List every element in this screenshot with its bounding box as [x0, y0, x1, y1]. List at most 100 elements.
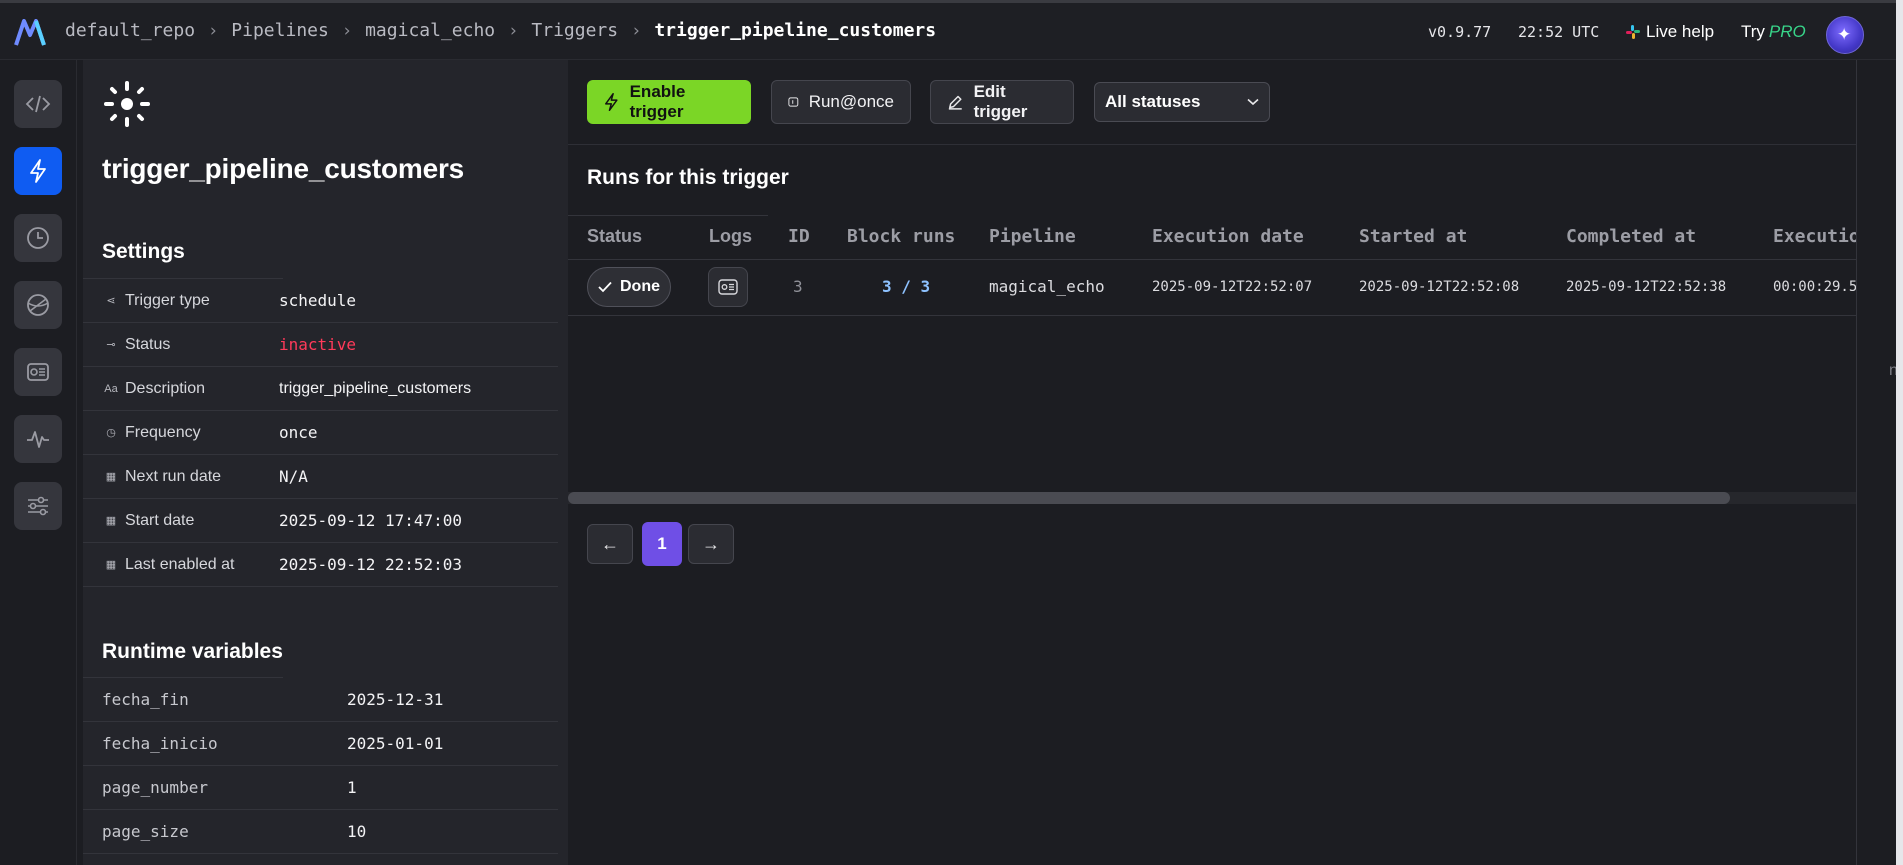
var-key: fecha_inicio: [102, 734, 218, 753]
arrow-right-icon: →: [702, 533, 720, 554]
edit-trigger-button[interactable]: Edit trigger: [930, 80, 1074, 124]
slack-icon: [1626, 25, 1640, 39]
runs-section-title: Runs for this trigger: [587, 166, 789, 189]
setting-label: Frequency: [125, 423, 201, 441]
status-value: inactive: [279, 335, 357, 354]
page-1-button[interactable]: 1: [642, 522, 682, 566]
planet-icon: [27, 294, 49, 316]
setting-label: Trigger type: [125, 291, 210, 309]
setting-value: trigger_pipeline_customers: [279, 379, 472, 397]
var-value: 1: [347, 778, 357, 797]
breadcrumb-triggers[interactable]: Triggers: [531, 20, 618, 41]
nav-runs-button[interactable]: [14, 214, 62, 262]
nav-monitor-button[interactable]: [14, 415, 62, 463]
mage-logo-icon[interactable]: [14, 19, 46, 47]
run-execution-date: 2025-09-12T22:52:07: [1152, 279, 1313, 295]
version-label: v0.9.77: [1428, 23, 1492, 41]
setting-value: 2025-09-12 17:47:00: [279, 511, 463, 530]
var-value: 10: [347, 822, 367, 841]
setting-label: Last enabled at: [125, 555, 235, 573]
column-header-status[interactable]: Status: [587, 226, 642, 247]
column-header-pipeline[interactable]: Pipeline: [989, 226, 1076, 247]
calendar-icon: ▦: [105, 515, 117, 527]
next-page-button[interactable]: →: [688, 524, 734, 564]
nav-logs-button[interactable]: [14, 348, 62, 396]
settings-heading: Settings: [102, 240, 185, 263]
nav-settings-button[interactable]: [14, 482, 62, 530]
setting-value: N/A: [279, 467, 308, 486]
runtime-var-row: page_number 1: [83, 766, 558, 810]
column-header-block-runs[interactable]: Block runs: [847, 226, 955, 247]
breadcrumb-separator: ›: [508, 20, 519, 41]
runtime-var-row: fecha_inicio 2025-01-01: [83, 722, 558, 766]
run-status-badge[interactable]: Done: [587, 267, 671, 307]
column-header-execution-time[interactable]: Executio: [1773, 226, 1860, 247]
var-key: fecha_fin: [102, 690, 189, 709]
nav-triggers-button[interactable]: [14, 147, 62, 195]
run-execution-time: 00:00:29.5: [1773, 279, 1858, 295]
column-header-completed-at[interactable]: Completed at: [1566, 226, 1696, 247]
setting-label: Description: [125, 379, 206, 397]
logs-icon: [27, 363, 49, 381]
window-edge: [1896, 0, 1903, 865]
calendar-icon: ▦: [105, 471, 117, 483]
breadcrumb-repo[interactable]: default_repo: [65, 20, 195, 41]
setting-value: 2025-09-12 22:52:03: [279, 555, 463, 574]
breadcrumb-pipeline[interactable]: magical_echo: [365, 20, 495, 41]
run-id: 3: [793, 277, 803, 296]
column-header-started-at[interactable]: Started at: [1359, 226, 1467, 247]
share-icon: ⋖: [106, 295, 116, 307]
runs-main-area: Enable trigger Run@once Edit trigger All…: [568, 60, 1860, 865]
runtime-var-row: page_size 10: [83, 810, 558, 854]
view-logs-button[interactable]: [708, 267, 748, 307]
column-header-logs[interactable]: Logs: [709, 226, 752, 247]
toggle-icon: ⊸: [106, 339, 116, 351]
utc-clock: 22:52 UTC: [1518, 23, 1600, 41]
chevron-down-icon: [1247, 98, 1259, 106]
enable-trigger-label: Enable trigger: [629, 82, 686, 121]
avatar-glyph-icon: ✦: [1837, 25, 1852, 44]
breadcrumb-pipelines[interactable]: Pipelines: [231, 20, 329, 41]
column-header-execution-date[interactable]: Execution date: [1152, 226, 1304, 247]
sun-trigger-icon: [104, 81, 150, 127]
nav-backfills-button[interactable]: [14, 281, 62, 329]
trigger-toolbar: Enable trigger Run@once Edit trigger All…: [568, 60, 1856, 145]
nav-code-button[interactable]: [14, 80, 62, 128]
left-nav: [0, 60, 77, 865]
setting-row-trigger-type: ⋖ Trigger type schedule: [83, 279, 558, 323]
setting-row-frequency: ◷ Frequency once: [83, 411, 558, 455]
run-status-label: Done: [620, 278, 660, 295]
run-once-icon: [788, 97, 799, 107]
run-completed-at: 2025-09-12T22:52:38: [1566, 279, 1727, 295]
setting-label: Next run date: [125, 467, 222, 485]
block-runs-link[interactable]: 3 / 3: [882, 277, 930, 296]
enable-trigger-button[interactable]: Enable trigger: [587, 80, 751, 124]
setting-row-last-enabled: ▦ Last enabled at 2025-09-12 22:52:03: [83, 543, 558, 587]
run-once-label: Run@once: [808, 92, 894, 111]
try-pro-link[interactable]: Try PRO: [1741, 22, 1806, 42]
breadcrumb: default_repo › Pipelines › magical_echo …: [65, 20, 936, 41]
code-icon: [25, 95, 51, 113]
live-help-link[interactable]: Live help: [1626, 22, 1714, 42]
horizontal-scrollbar-thumb[interactable]: [568, 492, 1730, 504]
top-bar: default_repo › Pipelines › magical_echo …: [0, 0, 1896, 60]
arrow-left-icon: ←: [601, 533, 619, 554]
pro-label: PRO: [1768, 22, 1806, 41]
user-avatar[interactable]: ✦: [1826, 16, 1864, 54]
status-filter-value: All statuses: [1105, 92, 1201, 111]
pulse-icon: [27, 431, 49, 448]
var-key: page_number: [102, 778, 208, 797]
run-started-at: 2025-09-12T22:52:08: [1359, 279, 1520, 295]
status-filter-select[interactable]: All statuses: [1094, 82, 1270, 122]
previous-page-button[interactable]: ←: [587, 524, 633, 564]
run-once-button[interactable]: Run@once: [771, 80, 911, 124]
breadcrumb-separator: ›: [208, 20, 219, 41]
setting-value: once: [279, 423, 318, 442]
page-number: 1: [657, 534, 667, 553]
setting-row-next-run: ▦ Next run date N/A: [83, 455, 558, 499]
logs-icon: [718, 279, 738, 295]
var-value: 2025-01-01: [347, 734, 444, 753]
var-value: 2025-12-31: [347, 690, 444, 709]
column-header-id[interactable]: ID: [788, 226, 810, 247]
setting-label: Status: [125, 335, 171, 353]
